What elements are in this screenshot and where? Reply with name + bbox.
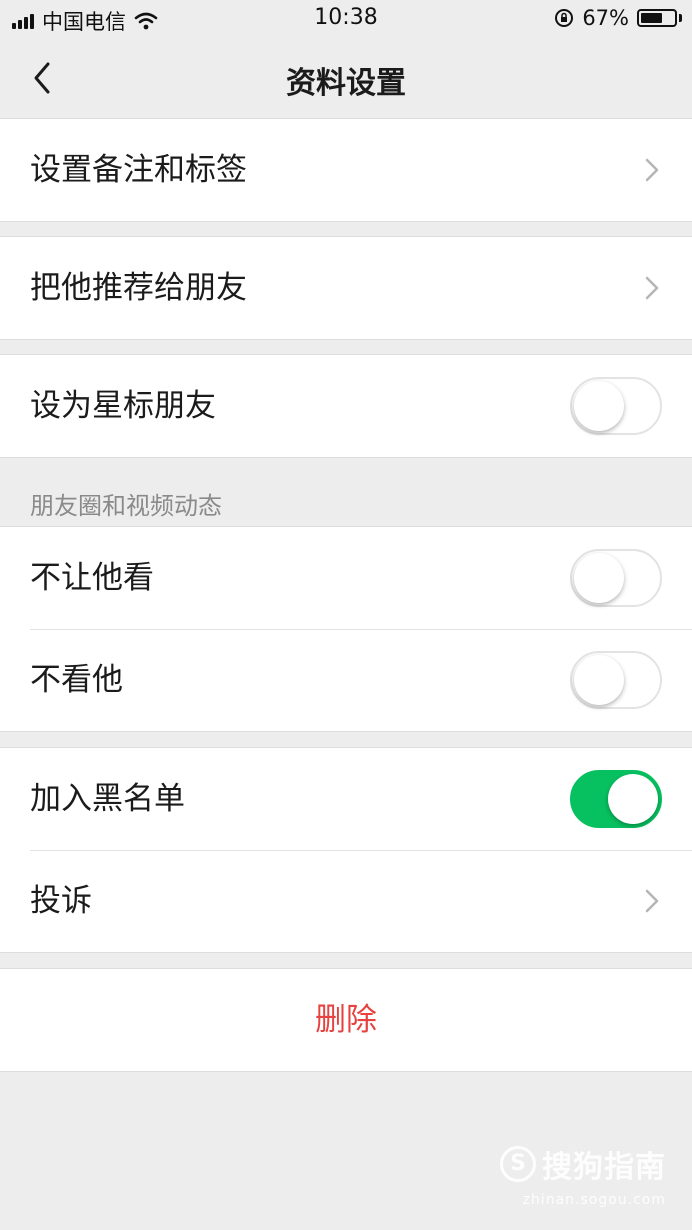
blacklist-group: 加入黑名单 投诉 — [0, 747, 692, 953]
watermark-logo-row: S 搜狗指南 — [500, 1142, 666, 1186]
remark-label: 设置备注和标签 — [30, 152, 247, 188]
hide-my-moments-row: 不让他看 — [0, 527, 692, 629]
star-row: 设为星标朋友 — [0, 355, 692, 457]
hide-my-moments-toggle[interactable] — [570, 549, 662, 607]
toggle-knob — [574, 381, 624, 431]
status-right: 67% — [554, 6, 682, 30]
nav-bar: 资料设置 — [0, 38, 692, 118]
sogou-watermark: S 搜狗指南 zhinan.sogou.com — [500, 1142, 666, 1208]
blacklist-label: 加入黑名单 — [30, 781, 185, 817]
star-group: 设为星标朋友 — [0, 354, 692, 458]
watermark-name: 搜狗指南 — [542, 1150, 666, 1185]
moments-group: 不让他看 不看他 — [0, 526, 692, 732]
delete-button[interactable]: 删除 — [0, 968, 692, 1072]
battery-percent: 67% — [582, 6, 629, 30]
report-label: 投诉 — [30, 883, 92, 919]
report-row[interactable]: 投诉 — [0, 850, 692, 952]
battery-tip — [679, 14, 682, 22]
remark-group: 设置备注和标签 — [0, 118, 692, 222]
chevron-right-icon — [645, 158, 659, 182]
delete-label: 删除 — [315, 1002, 377, 1038]
star-label: 设为星标朋友 — [30, 388, 216, 424]
watermark-url: zhinan.sogou.com — [522, 1192, 666, 1208]
recommend-row[interactable]: 把他推荐给朋友 — [0, 237, 692, 339]
hide-his-moments-label: 不看他 — [30, 662, 123, 698]
page-title: 资料设置 — [286, 66, 406, 101]
hide-my-moments-label: 不让他看 — [30, 560, 154, 596]
recommend-group: 把他推荐给朋友 — [0, 236, 692, 340]
blacklist-toggle[interactable] — [570, 770, 662, 828]
remark-row[interactable]: 设置备注和标签 — [0, 119, 692, 221]
status-bar: 中国电信 10:38 67% — [0, 0, 692, 38]
sogou-logo-icon: S — [500, 1146, 536, 1182]
moments-section-header: 朋友圈和视频动态 — [30, 492, 222, 520]
hide-his-moments-toggle[interactable] — [570, 651, 662, 709]
hide-his-moments-row: 不看他 — [0, 629, 692, 731]
battery-icon — [637, 9, 677, 27]
toggle-knob — [574, 655, 624, 705]
toggle-knob — [608, 774, 658, 824]
battery-level — [641, 13, 662, 23]
blacklist-row: 加入黑名单 — [0, 748, 692, 850]
recommend-label: 把他推荐给朋友 — [30, 270, 247, 306]
chevron-right-icon — [645, 276, 659, 300]
star-toggle[interactable] — [570, 377, 662, 435]
chevron-right-icon — [645, 889, 659, 913]
toggle-knob — [574, 553, 624, 603]
orientation-lock-icon — [555, 9, 574, 27]
